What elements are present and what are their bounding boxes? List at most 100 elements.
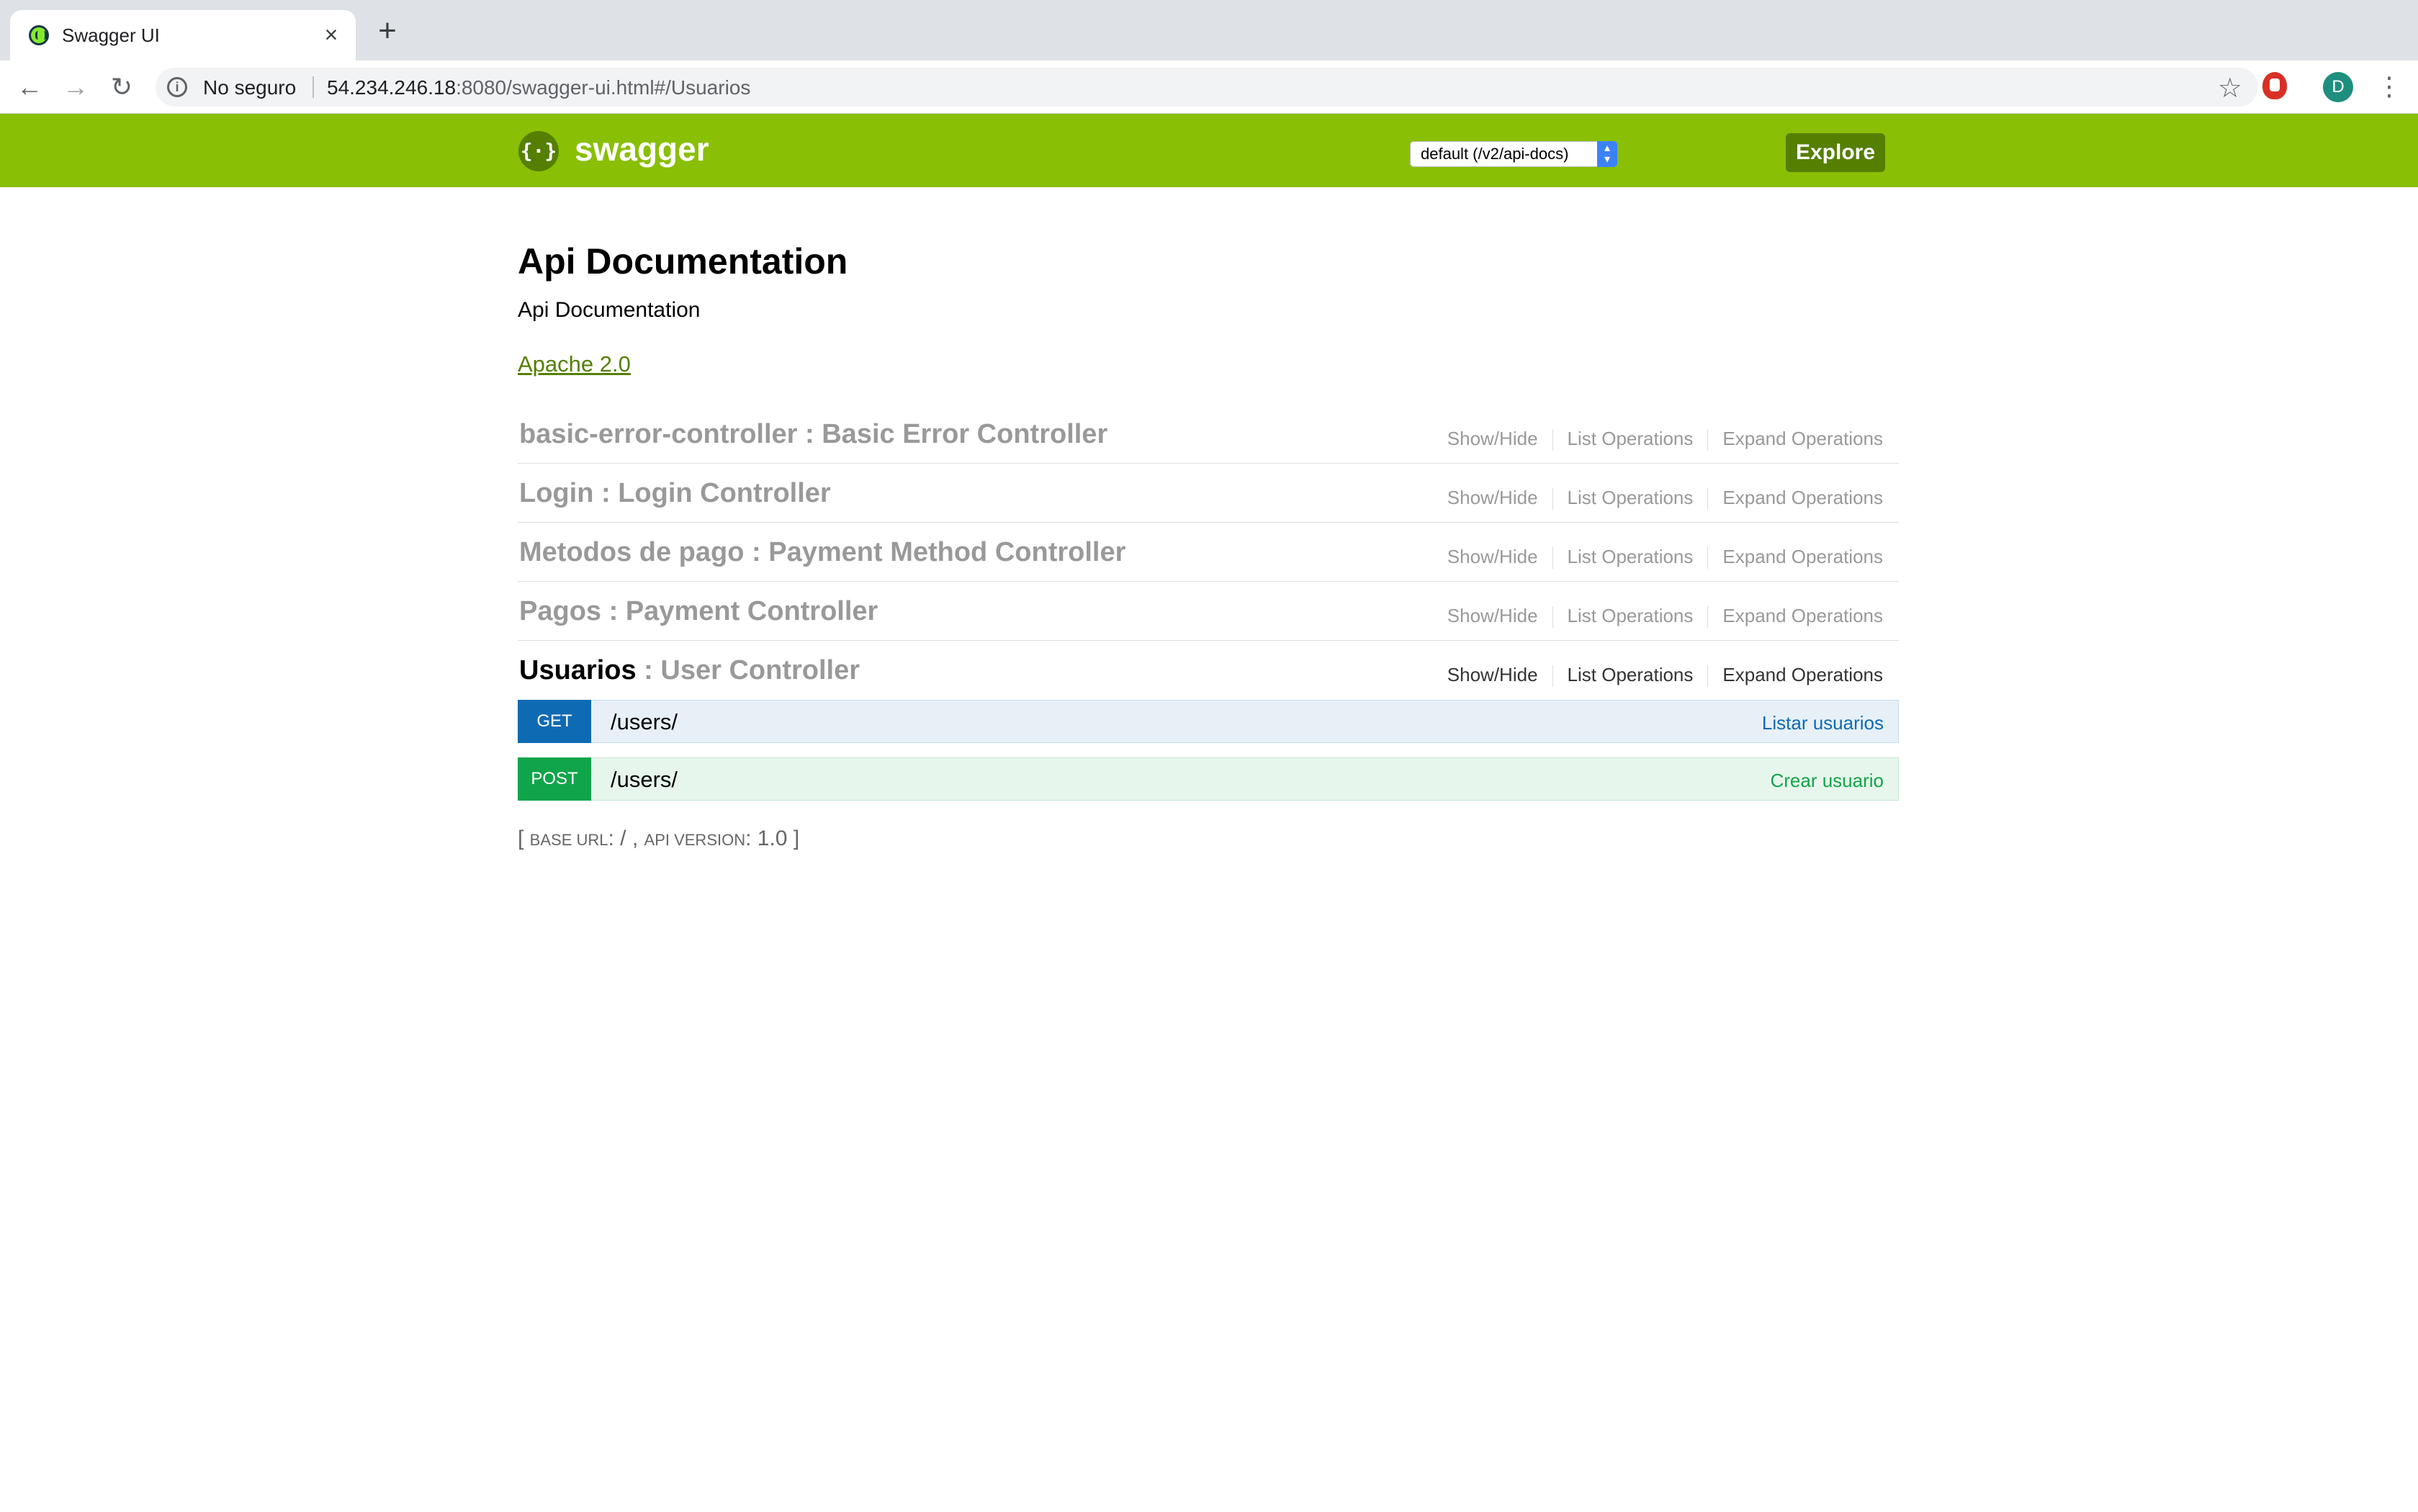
resource-separator: : — [797, 419, 822, 449]
swagger-logo-icon[interactable]: {·} — [518, 131, 559, 171]
list-operations-link[interactable]: List Operations — [1568, 428, 1694, 450]
base-url-value: : / , — [608, 827, 644, 850]
endpoint-summary[interactable]: Listar usuarios — [1762, 712, 1884, 734]
resource-description: User Controller — [660, 655, 860, 685]
ops-divider — [1552, 606, 1553, 629]
ops-divider — [1552, 547, 1553, 570]
api-version-label: api version — [644, 831, 746, 849]
resource-operations: Show/Hide List Operations Expand Operation… — [1447, 546, 1883, 570]
resource-separator: : — [593, 478, 619, 508]
resource-metodos-de-pago: Metodos de pago : Payment Method Control… — [518, 523, 1899, 582]
resource-basic-error-controller: basic-error-controller : Basic Error Con… — [518, 405, 1899, 464]
ops-divider — [1707, 665, 1709, 688]
endpoint-summary[interactable]: Crear usuario — [1770, 770, 1884, 792]
resource-operations: Show/Hide List Operations Expand Operation… — [1447, 487, 1883, 510]
show-hide-link[interactable]: Show/Hide — [1447, 664, 1538, 686]
api-version-value: : 1.0 ] — [745, 827, 800, 850]
expand-operations-link[interactable]: Expand Operations — [1722, 546, 1883, 568]
expand-operations-link[interactable]: Expand Operations — [1722, 428, 1883, 450]
footer-open-bracket: [ — [518, 827, 530, 850]
resource-title[interactable]: Usuarios : User Controller — [519, 655, 860, 686]
resource-title[interactable]: Login : Login Controller — [519, 478, 831, 509]
ops-divider — [1552, 429, 1553, 451]
tab-title: Swagger UI — [62, 24, 160, 46]
resource-name: basic-error-controller — [519, 419, 798, 449]
endpoint-path[interactable]: /users/ — [611, 767, 678, 793]
resource-separator: : — [636, 655, 661, 685]
endpoint-path[interactable]: /users/ — [611, 709, 678, 735]
ops-divider — [1707, 429, 1709, 451]
http-method-badge[interactable]: POST — [518, 757, 591, 801]
resource-usuarios: Usuarios : User Controller Show/Hide List… — [518, 641, 1899, 700]
browser-tab[interactable]: Swagger UI × — [10, 10, 356, 60]
swagger-header: {·} swagger default (/v2/api-docs) ▴ ▾ Ex… — [0, 114, 2418, 187]
address-divider — [313, 76, 314, 98]
expand-operations-link[interactable]: Expand Operations — [1722, 664, 1883, 686]
resource-title[interactable]: Pagos : Payment Controller — [519, 596, 878, 627]
show-hide-link[interactable]: Show/Hide — [1447, 605, 1538, 627]
show-hide-link[interactable]: Show/Hide — [1447, 428, 1538, 450]
resource-operations: Show/Hide List Operations Expand Operation… — [1447, 605, 1883, 629]
browser-toolbar: ← → ↻ i No seguro 54.234.246.18:8080/swa… — [0, 60, 2418, 114]
close-icon[interactable]: × — [317, 20, 346, 49]
browser-tabstrip: Swagger UI × + — [0, 0, 2418, 60]
explore-button[interactable]: Explore — [1786, 133, 1885, 172]
security-status[interactable]: No seguro — [203, 76, 296, 99]
address-bar[interactable]: i No seguro 54.234.246.18:8080/swagger-u… — [156, 68, 2258, 107]
resource-operations: Show/Hide List Operations Expand Operation… — [1447, 664, 1883, 688]
kebab-menu-icon[interactable]: ⋮ — [2376, 71, 2402, 104]
api-info-footer: [ base url: / , api version: 1.0 ] — [518, 827, 799, 851]
api-title: Api Documentation — [518, 241, 848, 282]
list-operations-link[interactable]: List Operations — [1568, 664, 1694, 686]
forward-arrow-icon[interactable]: → — [59, 71, 92, 104]
ops-divider — [1552, 665, 1553, 688]
url-host: 54.234.246.18 — [327, 76, 457, 99]
resource-name: Login — [519, 478, 594, 508]
list-operations-link[interactable]: List Operations — [1568, 546, 1694, 568]
endpoint-post-users[interactable]: POST /users/ Crear usuario — [518, 757, 1899, 801]
swagger-logo-text[interactable]: swagger — [575, 130, 709, 168]
select-arrows-icon: ▴ ▾ — [1597, 141, 1617, 167]
info-icon[interactable]: i — [167, 77, 187, 97]
reload-icon[interactable]: ↻ — [105, 71, 138, 104]
spec-select[interactable]: default (/v2/api-docs) ▴ ▾ — [1410, 141, 1617, 167]
resource-separator: : — [601, 596, 626, 626]
resource-separator: : — [744, 537, 769, 567]
ops-divider — [1552, 488, 1553, 510]
resource-login: Login : Login Controller Show/Hide List O… — [518, 464, 1899, 523]
resource-operations: Show/Hide List Operations Expand Operation… — [1447, 428, 1883, 451]
new-tab-icon[interactable]: + — [373, 15, 402, 47]
resource-title[interactable]: Metodos de pago : Payment Method Control… — [519, 537, 1125, 568]
api-description: Api Documentation — [518, 298, 701, 322]
license-link[interactable]: Apache 2.0 — [518, 351, 631, 377]
resource-title[interactable]: basic-error-controller : Basic Error Con… — [519, 419, 1107, 450]
ops-divider — [1707, 606, 1709, 629]
resource-description: Payment Controller — [625, 596, 878, 626]
endpoint-get-users[interactable]: GET /users/ Listar usuarios — [518, 700, 1899, 743]
expand-operations-link[interactable]: Expand Operations — [1722, 487, 1883, 509]
url-text[interactable]: 54.234.246.18:8080/swagger-ui.html#/Usua… — [327, 76, 750, 99]
adblock-extension-icon[interactable] — [2262, 72, 2287, 99]
resource-description: Login Controller — [618, 478, 831, 508]
resource-name: Pagos — [519, 596, 602, 626]
expand-operations-link[interactable]: Expand Operations — [1722, 605, 1883, 627]
list-operations-link[interactable]: List Operations — [1568, 487, 1694, 509]
list-operations-link[interactable]: List Operations — [1568, 605, 1694, 627]
resource-name: Metodos de pago — [519, 537, 745, 567]
show-hide-link[interactable]: Show/Hide — [1447, 546, 1538, 568]
resource-description: Payment Method Controller — [768, 537, 1126, 567]
url-path: :8080/swagger-ui.html#/Usuarios — [456, 76, 751, 99]
bookmark-star-icon[interactable]: ☆ — [2218, 72, 2242, 104]
resource-name: Usuarios — [519, 655, 637, 685]
ops-divider — [1707, 488, 1709, 510]
spec-select-value: default (/v2/api-docs) — [1421, 145, 1569, 163]
resource-pagos: Pagos : Payment Controller Show/Hide List… — [518, 582, 1899, 641]
swagger-favicon-icon — [29, 25, 49, 45]
profile-avatar[interactable]: D — [2323, 72, 2353, 102]
show-hide-link[interactable]: Show/Hide — [1447, 487, 1538, 509]
ops-divider — [1707, 547, 1709, 570]
http-method-badge[interactable]: GET — [518, 700, 591, 743]
back-arrow-icon[interactable]: ← — [13, 71, 46, 104]
base-url-label: base url — [529, 831, 608, 849]
resource-description: Basic Error Controller — [822, 419, 1108, 449]
